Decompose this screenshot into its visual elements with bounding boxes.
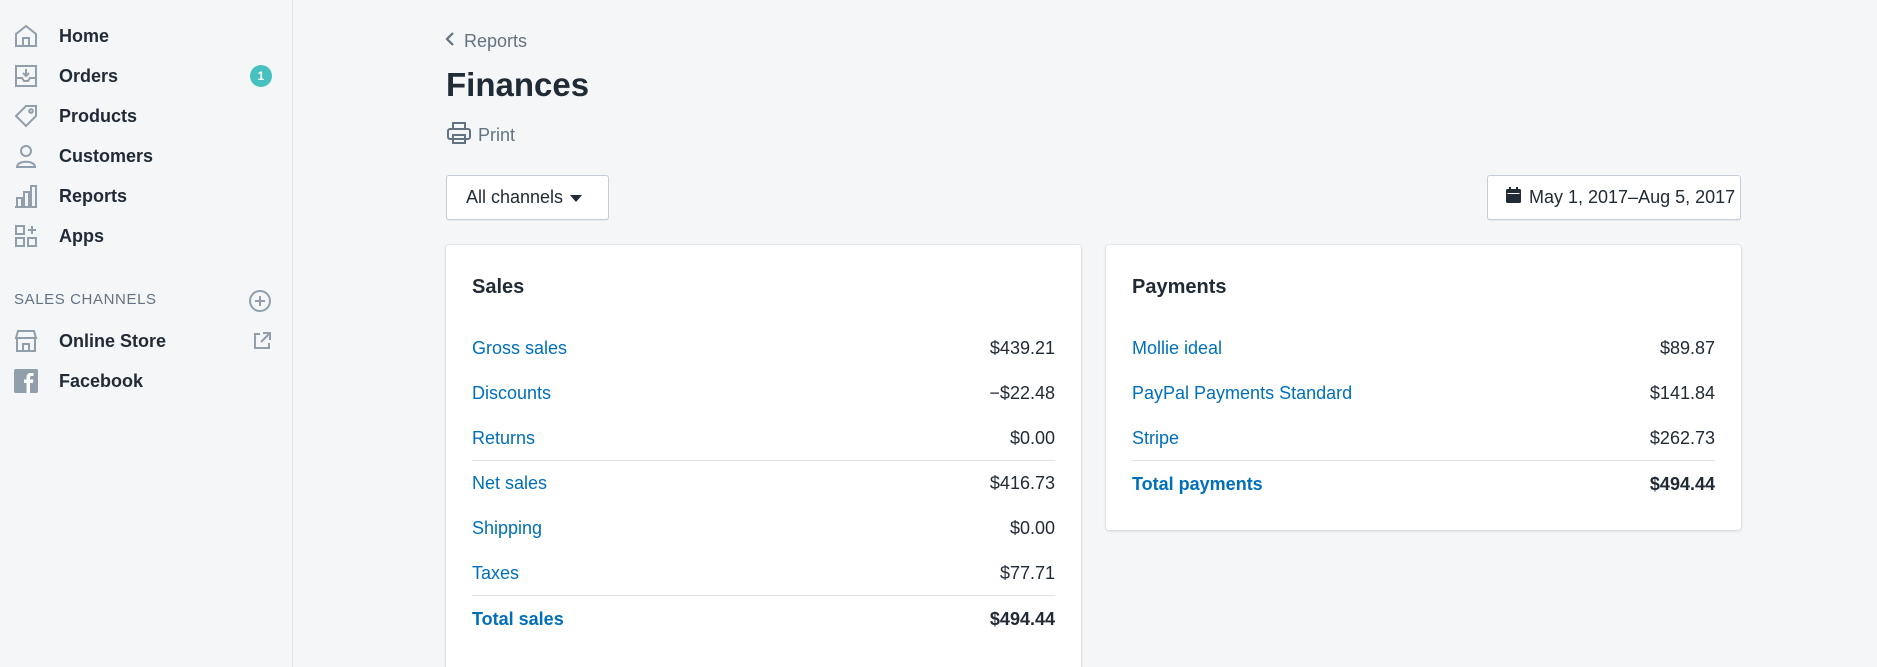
caret-down-icon bbox=[570, 195, 582, 202]
payments-total-link[interactable]: Total payments bbox=[1132, 474, 1263, 495]
store-icon bbox=[13, 328, 39, 354]
payments-row: Stripe $262.73 bbox=[1132, 416, 1715, 461]
sales-row-link[interactable]: Net sales bbox=[472, 473, 547, 494]
print-label: Print bbox=[478, 125, 516, 145]
sales-row-link[interactable]: Taxes bbox=[472, 563, 519, 584]
sidebar-item-online-store[interactable]: Online Store bbox=[0, 321, 292, 361]
sales-row-value: $0.00 bbox=[1009, 428, 1055, 448]
sidebar-item-label: Online Store bbox=[59, 330, 167, 351]
payments-row-link[interactable]: Stripe bbox=[1132, 428, 1179, 449]
tag-icon bbox=[13, 103, 39, 129]
channel-filter-dropdown[interactable]: All channels bbox=[446, 175, 609, 220]
sidebar: Home Orders 1 Products Customers Reports… bbox=[0, 0, 293, 667]
date-range-button[interactable]: May 1, 2017–Aug 5, 2017 bbox=[1487, 175, 1741, 220]
sales-row-value: $416.73 bbox=[989, 473, 1055, 493]
sales-channels-heading: SALES CHANNELS bbox=[14, 291, 157, 308]
sales-total-link[interactable]: Total sales bbox=[472, 609, 564, 630]
payments-total-row: Total payments $494.44 bbox=[1132, 462, 1715, 507]
page-title: Finances bbox=[446, 66, 590, 103]
sales-row: Net sales $416.73 bbox=[472, 461, 1055, 506]
payments-card: Payments Mollie ideal $89.87 PayPal Paym… bbox=[1106, 245, 1741, 530]
chevron-left-icon bbox=[444, 31, 456, 52]
calendar-icon bbox=[1506, 187, 1521, 208]
orders-count-badge: 1 bbox=[250, 65, 272, 87]
payments-row-link[interactable]: PayPal Payments Standard bbox=[1132, 383, 1352, 404]
breadcrumb-label: Reports bbox=[464, 31, 528, 51]
sales-row-link[interactable]: Shipping bbox=[472, 518, 542, 539]
sales-row: Discounts −$22.48 bbox=[472, 371, 1055, 416]
bar-chart-icon bbox=[13, 183, 39, 209]
person-icon bbox=[13, 143, 39, 169]
sidebar-item-customers[interactable]: Customers bbox=[0, 136, 292, 176]
sidebar-item-label: Facebook bbox=[59, 370, 144, 391]
sidebar-item-label: Apps bbox=[59, 225, 104, 246]
sidebar-item-facebook[interactable]: Facebook bbox=[0, 361, 292, 401]
sales-row-link[interactable]: Discounts bbox=[472, 383, 551, 404]
sidebar-item-orders[interactable]: Orders 1 bbox=[0, 56, 292, 96]
sales-row-value: $0.00 bbox=[1009, 518, 1055, 538]
payments-row-link[interactable]: Mollie ideal bbox=[1132, 338, 1222, 359]
sidebar-item-reports[interactable]: Reports bbox=[0, 176, 292, 216]
sales-row-value: $77.71 bbox=[999, 563, 1055, 583]
sidebar-item-label: Orders bbox=[59, 65, 119, 86]
sidebar-item-products[interactable]: Products bbox=[0, 96, 292, 136]
home-icon bbox=[13, 23, 39, 49]
sales-card: Sales Gross sales $439.21 Discounts −$22… bbox=[446, 245, 1081, 667]
add-sales-channel-icon[interactable] bbox=[248, 289, 272, 313]
facebook-icon bbox=[13, 368, 39, 394]
sidebar-item-label: Customers bbox=[59, 145, 154, 166]
apps-icon bbox=[13, 223, 39, 249]
sidebar-item-label: Products bbox=[59, 105, 138, 126]
sales-row-link[interactable]: Gross sales bbox=[472, 338, 567, 359]
printer-icon bbox=[446, 120, 472, 151]
sales-row: Taxes $77.71 bbox=[472, 551, 1055, 596]
sales-row: Gross sales $439.21 bbox=[472, 326, 1055, 371]
payments-card-title: Payments bbox=[1132, 276, 1227, 298]
date-range-label: May 1, 2017–Aug 5, 2017 bbox=[1529, 187, 1736, 207]
divider bbox=[1132, 460, 1715, 461]
channel-filter-label: All channels bbox=[466, 187, 564, 207]
payments-row-value: $89.87 bbox=[1659, 338, 1715, 358]
sales-row: Shipping $0.00 bbox=[472, 506, 1055, 551]
payments-row-value: $262.73 bbox=[1649, 428, 1715, 448]
sales-total-row: Total sales $494.44 bbox=[472, 597, 1055, 642]
sales-total-value: $494.44 bbox=[989, 609, 1055, 629]
orders-icon bbox=[13, 63, 39, 89]
payments-row-value: $141.84 bbox=[1649, 383, 1715, 403]
divider bbox=[472, 595, 1055, 596]
payments-row: Mollie ideal $89.87 bbox=[1132, 326, 1715, 371]
breadcrumb[interactable]: Reports bbox=[444, 31, 527, 52]
sales-row-value: −$22.48 bbox=[989, 383, 1055, 403]
sidebar-item-home[interactable]: Home bbox=[0, 16, 292, 56]
sales-row: Returns $0.00 bbox=[472, 416, 1055, 461]
sidebar-item-apps[interactable]: Apps bbox=[0, 216, 292, 256]
sidebar-item-label: Reports bbox=[59, 185, 128, 206]
sales-row-value: $439.21 bbox=[989, 338, 1055, 358]
sales-row-link[interactable]: Returns bbox=[472, 428, 535, 449]
sidebar-item-label: Home bbox=[59, 25, 110, 46]
payments-row: PayPal Payments Standard $141.84 bbox=[1132, 371, 1715, 416]
sales-card-title: Sales bbox=[472, 276, 525, 298]
payments-total-value: $494.44 bbox=[1649, 474, 1715, 494]
print-button[interactable]: Print bbox=[446, 120, 515, 151]
external-link-icon[interactable] bbox=[251, 330, 273, 352]
